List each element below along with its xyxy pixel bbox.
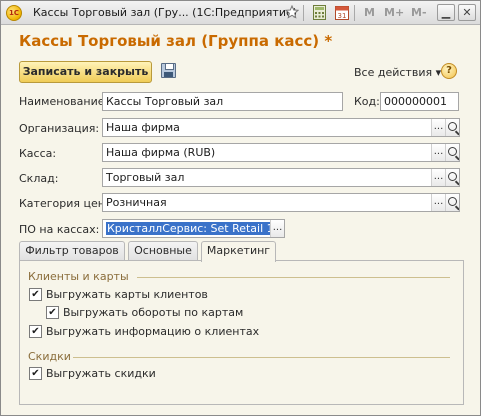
memory-plus-button[interactable]: M+ [384, 6, 404, 19]
code-label: Код: [354, 95, 380, 108]
minimize-icon: ▁ [441, 6, 451, 19]
discounts-group-title: Скидки [28, 350, 71, 363]
cash-select-button[interactable]: ... [431, 144, 445, 161]
memory-m-button[interactable]: M [364, 6, 375, 19]
price-category-select-button[interactable]: ... [431, 194, 445, 211]
clients-group-title: Клиенты и карты [28, 270, 129, 283]
warehouse-value: Торговый зал [106, 171, 185, 184]
star-icon[interactable] [284, 4, 300, 21]
pos-software-field[interactable]: КристаллСервис: Set Retail 10 ... [102, 219, 285, 238]
marketing-tab-panel: Клиенты и карты ✔ Выгружать карты клиент… [19, 260, 464, 405]
memory-minus-button[interactable]: M- [411, 6, 427, 19]
organization-open-button[interactable] [445, 119, 459, 136]
export-discounts-label: Выгружать скидки [46, 367, 156, 380]
title-bar: 1С Кассы Торговый зал (Гру... (1С:Предпр… [1, 1, 480, 25]
export-turnover-checkbox[interactable]: ✔ [46, 306, 59, 319]
svg-text:31: 31 [338, 12, 347, 20]
magnifier-icon [448, 172, 457, 181]
organization-field[interactable]: Наша фирма ... [102, 118, 460, 137]
toolbar-separator [303, 5, 304, 21]
magnifier-icon [448, 197, 457, 206]
export-turnover-label: Выгружать обороты по картам [63, 306, 244, 319]
calendar-icon[interactable]: 31 [334, 5, 350, 21]
pos-software-value: КристаллСервис: Set Retail 10 [106, 222, 282, 235]
group-divider [137, 277, 450, 278]
code-field[interactable]: 000000001 [380, 92, 459, 111]
window-title: Кассы Торговый зал (Гру... (1С:Предприят… [33, 6, 298, 19]
form-title: Кассы Торговый зал (Группа касс) * [19, 32, 333, 50]
all-actions-menu[interactable]: Все действия ▾ [354, 66, 441, 79]
export-discounts-checkbox[interactable]: ✔ [29, 367, 42, 380]
toolbar-separator [354, 5, 355, 21]
pos-software-label: ПО на кассах: [19, 223, 100, 236]
export-cards-checkbox[interactable]: ✔ [29, 288, 42, 301]
save-and-close-button[interactable]: Записать и закрыть [19, 61, 152, 83]
export-client-info-label: Выгружать информацию о клиентах [46, 325, 260, 338]
calculator-icon[interactable] [311, 5, 327, 21]
name-field[interactable]: Кассы Торговый зал [102, 92, 343, 111]
application-window: 1С Кассы Торговый зал (Гру... (1С:Предпр… [0, 0, 481, 416]
warehouse-open-button[interactable] [445, 169, 459, 186]
pos-software-select-button[interactable]: ... [270, 220, 284, 237]
price-category-field[interactable]: Розничная ... [102, 193, 460, 212]
tab-marketing[interactable]: Маркетинг [201, 241, 276, 262]
tab-product-filter[interactable]: Фильтр товаров [19, 241, 125, 261]
close-icon: ✕ [462, 6, 472, 19]
organization-label: Организация: [19, 122, 100, 135]
group-divider [73, 357, 450, 358]
cash-field[interactable]: Наша фирма (RUB) ... [102, 143, 460, 162]
organization-value: Наша фирма [106, 121, 180, 134]
close-button[interactable]: ✕ [458, 4, 476, 21]
magnifier-icon [448, 122, 457, 131]
minimize-button[interactable]: ▁ [437, 4, 455, 21]
export-cards-label: Выгружать карты клиентов [46, 288, 208, 301]
tab-main[interactable]: Основные [128, 241, 198, 261]
warehouse-field[interactable]: Торговый зал ... [102, 168, 460, 187]
price-category-value: Розничная [106, 196, 167, 209]
export-client-info-checkbox[interactable]: ✔ [29, 325, 42, 338]
cash-label: Касса: [19, 147, 57, 160]
name-label: Наименование: [19, 95, 109, 108]
cash-value: Наша фирма (RUB) [106, 146, 216, 159]
price-category-label: Категория цен: [19, 197, 109, 210]
warehouse-label: Склад: [19, 172, 59, 185]
save-icon[interactable] [161, 63, 176, 78]
magnifier-icon [448, 147, 457, 156]
warehouse-select-button[interactable]: ... [431, 169, 445, 186]
help-icon[interactable]: ? [441, 63, 457, 79]
organization-select-button[interactable]: ... [431, 119, 445, 136]
app-logo-icon: 1С [6, 5, 22, 21]
price-category-open-button[interactable] [445, 194, 459, 211]
cash-open-button[interactable] [445, 144, 459, 161]
